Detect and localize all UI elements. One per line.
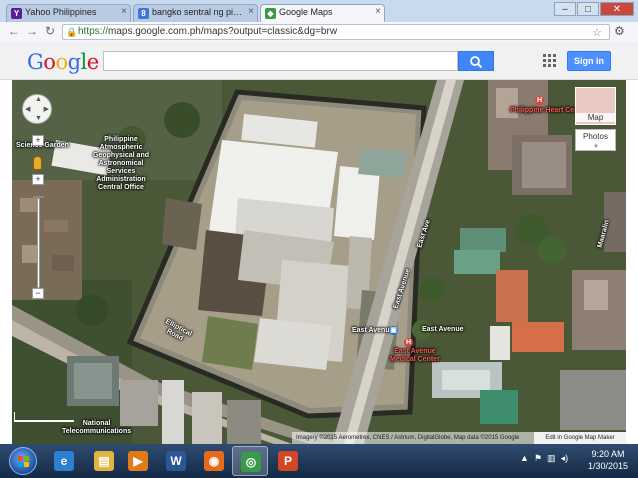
taskbar-file-explorer[interactable]: ▤ (86, 446, 122, 476)
search-input[interactable] (103, 51, 458, 71)
lock-icon: 🔒 (66, 27, 78, 37)
zoom-out-button[interactable]: − (32, 288, 44, 299)
logo-letter: G (27, 50, 44, 74)
taskbar-chrome[interactable]: ◎ (232, 446, 268, 476)
powerpoint-icon: P (278, 451, 298, 471)
yahoo-favicon-icon: Y (11, 8, 22, 19)
photos-button[interactable]: Photos ▼ (575, 129, 616, 151)
address-bar[interactable]: 🔒 https://maps.google.com.ph/maps?output… (62, 24, 610, 40)
start-button[interactable] (9, 447, 37, 475)
satellite-map[interactable]: Philippine Atmospheric Geophysical and A… (12, 80, 626, 444)
transit-station-icon[interactable]: ▣ (389, 326, 398, 335)
zoom-control: + (32, 135, 44, 146)
hospital-pin-icon[interactable]: H (404, 338, 413, 347)
google-header: Google Sign in (0, 42, 638, 80)
reload-icon[interactable]: ↻ (42, 24, 58, 40)
satellite-imagery (12, 80, 626, 444)
volume-icon[interactable]: ◂) (561, 453, 569, 463)
apps-grid-icon[interactable] (543, 54, 556, 67)
tab-yahoo[interactable]: Y Yahoo Philippines × (6, 4, 131, 22)
search-icon (470, 56, 483, 69)
system-clock[interactable]: 9:20 AM 1/30/2015 (585, 448, 631, 472)
pan-left-icon[interactable]: ◀ (25, 105, 30, 113)
wrench-menu-icon[interactable]: ⚙ (614, 24, 625, 38)
zoom-slider-handle[interactable] (33, 196, 44, 198)
search-button[interactable] (458, 51, 494, 71)
label-east-avenue-station[interactable]: East Avenue (352, 327, 394, 335)
tab-bangko-sentral[interactable]: 8 bangko sentral ng pilipinas × (133, 4, 258, 22)
street-view-pegman-icon[interactable] (33, 156, 42, 170)
network-icon[interactable]: ▥ (547, 453, 556, 463)
media-player-icon: ▶ (128, 451, 148, 471)
folder-icon: ▤ (94, 451, 114, 471)
map-type-button[interactable]: Map (575, 87, 616, 125)
label-east-avenue-2: East Avenue (422, 326, 464, 333)
sign-in-button[interactable]: Sign in (567, 51, 611, 71)
show-hidden-icons-icon[interactable]: ▲ (520, 453, 529, 463)
bookmark-star-icon[interactable]: ☆ (592, 26, 602, 39)
logo-letter: o (43, 50, 56, 74)
forward-arrow-icon[interactable]: → (24, 24, 40, 40)
browser-chrome: Y Yahoo Philippines × 8 bangko sentral n… (0, 0, 638, 42)
tab-label: Yahoo Philippines (25, 7, 97, 17)
google-logo[interactable]: Google (27, 50, 99, 74)
screen: Y Yahoo Philippines × 8 bangko sentral n… (0, 0, 638, 478)
pan-down-icon[interactable]: ▼ (35, 115, 42, 122)
url-text: maps.google.com.ph/maps?output=classic&d… (108, 26, 338, 37)
tab-google-maps[interactable]: ◆ Google Maps × (260, 4, 385, 22)
taskbar-media-player[interactable]: ▶ (120, 446, 156, 476)
map-scale-bar (14, 412, 74, 422)
google-maps-favicon-icon: ◆ (265, 8, 276, 19)
chevron-down-icon: ▼ (593, 144, 599, 150)
map-type-label: Map (576, 113, 615, 122)
internet-explorer-icon: e (54, 451, 74, 471)
taskbar-firefox[interactable]: ◉ (196, 446, 232, 476)
taskbar-internet-explorer[interactable]: e (46, 446, 82, 476)
windows-taskbar: e ▤ ▶ W ◉ ◎ P ▲ ⚑ ▥ ◂) 9:20 AM 1/30/2015 (0, 444, 638, 478)
minimize-button[interactable]: – (554, 2, 576, 16)
tab-label: Google Maps (279, 7, 333, 17)
close-window-button[interactable]: ✕ (600, 2, 634, 16)
photos-label: Photos (583, 132, 608, 141)
zoom-in-button[interactable]: + (32, 135, 44, 146)
zoom-slider-track[interactable] (37, 198, 40, 288)
word-icon: W (166, 451, 186, 471)
system-tray: ▲ ⚑ ▥ ◂) (520, 453, 568, 464)
google-search-favicon-icon: 8 (138, 8, 149, 19)
windows-logo-icon (18, 456, 29, 467)
map-maker-link[interactable]: Edit in Google Map Maker (534, 432, 626, 444)
firefox-icon: ◉ (204, 451, 224, 471)
pan-right-icon[interactable]: ▶ (44, 105, 49, 113)
hospital-pin-icon[interactable]: H (535, 96, 544, 105)
taskbar-powerpoint[interactable]: P (270, 446, 306, 476)
label-national-telecommunications[interactable]: National Telecommunications (62, 420, 131, 436)
flag-icon[interactable]: ⚑ (534, 453, 542, 463)
zoom-step-button[interactable]: + (32, 174, 44, 185)
logo-letter: g (67, 50, 81, 74)
tab-label: bangko sentral ng pilipinas (152, 7, 258, 17)
pan-control[interactable]: ▲ ▼ ◀ ▶ (22, 94, 52, 124)
logo-letter: e (86, 50, 99, 74)
logo-letter: o (55, 50, 68, 74)
tab-strip: Y Yahoo Philippines × 8 bangko sentral n… (6, 4, 387, 22)
pan-up-icon[interactable]: ▲ (35, 96, 42, 103)
browser-toolbar: ← → ↻ 🔒 https://maps.google.com.ph/maps?… (0, 22, 638, 42)
chrome-icon: ◎ (241, 452, 261, 472)
back-arrow-icon[interactable]: ← (6, 24, 22, 40)
close-tab-icon[interactable]: × (375, 6, 381, 17)
close-tab-icon[interactable]: × (248, 6, 254, 17)
url-scheme: https:// (78, 26, 109, 37)
window-controls: – □ ✕ (553, 2, 634, 16)
taskbar-word[interactable]: W (158, 446, 194, 476)
close-tab-icon[interactable]: × (121, 6, 127, 17)
clock-time: 9:20 AM (591, 449, 625, 459)
clock-date: 1/30/2015 (587, 461, 629, 471)
label-pagasa[interactable]: Philippine Atmospheric Geophysical and A… (86, 136, 156, 192)
label-east-avenue-medical-center[interactable]: East Avenue Medical Center (390, 348, 440, 364)
maximize-button[interactable]: □ (577, 2, 599, 16)
